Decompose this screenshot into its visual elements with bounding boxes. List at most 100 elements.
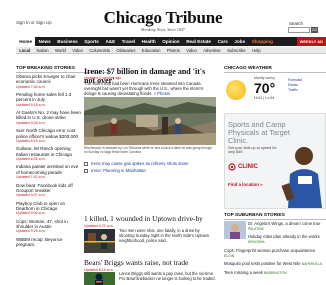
lead-photo[interactable] xyxy=(84,97,216,145)
weekly-ad-button[interactable]: WEEKLY AD xyxy=(296,37,326,46)
flood-photo-image xyxy=(84,97,216,145)
list-item[interactable]: Suit: North Chicago error cost police of… xyxy=(16,128,82,143)
weather-hi-lo: Hi 81 | Lo 64 xyxy=(254,96,275,100)
story-timestamp: Updated 7:40 a.m. xyxy=(16,84,46,89)
lead-body: The storm that had been Hurricane Irene … xyxy=(84,81,216,96)
tab-news[interactable]: News xyxy=(35,37,54,46)
lead-photos-link[interactable]: » Photos xyxy=(154,91,171,96)
story-headline[interactable]: At Gaeta's No. 2 may have been killed in… xyxy=(16,110,82,121)
list-item[interactable]: Cops: Woman, 47, shot in shoulder in Aus… xyxy=(16,219,82,234)
suburban-headline[interactable]: Mosquito pool tests positive for West Ni… xyxy=(224,261,301,266)
search-button[interactable]: GO xyxy=(311,27,318,33)
subnav-local[interactable]: Local xyxy=(16,48,33,53)
subnav-video[interactable]: Video xyxy=(69,48,86,53)
search-input[interactable] xyxy=(288,27,310,33)
tab-cars[interactable]: Cars xyxy=(214,37,231,46)
tab-travel[interactable]: Travel xyxy=(118,37,138,46)
subnav-world[interactable]: World xyxy=(52,48,69,53)
suburban-headline[interactable]: Holiday rides plan already in the works xyxy=(248,234,320,239)
story-timestamp: Updated 9:26 a.m. xyxy=(16,120,46,125)
list-item[interactable]: Indiana painter arrested on eve of homec… xyxy=(16,164,82,179)
suburban-location: KENOSHA xyxy=(248,240,265,245)
breaking-list: Obama picks Krueger to chair economic co… xyxy=(16,74,82,250)
suburban-title: TOP SUBURBAN STORIES xyxy=(224,213,326,220)
football-player-image xyxy=(84,272,115,285)
suburban-location: PALATINE xyxy=(248,227,264,231)
subnav-advertise[interactable]: Advertise xyxy=(200,48,224,53)
story-timestamp: Updated 8:16 a.m. xyxy=(16,138,46,143)
story-timestamp: Updated 9:05 a.m. xyxy=(16,211,46,216)
tab-opinion[interactable]: Opinion xyxy=(159,37,183,46)
suburban-location: BARRINGTON xyxy=(264,270,287,275)
story-headline[interactable]: Cops: Woman, 47, shot in shoulder in Aus… xyxy=(16,219,82,230)
subnav-education[interactable]: Education xyxy=(139,48,164,53)
story-headline[interactable]: WBBM recap: Beyonce pregnant, xyxy=(16,237,82,248)
suburban-headline[interactable]: Dr. Angela's Wings, a dream come true xyxy=(248,221,320,226)
tab-shopping[interactable]: Shopping xyxy=(248,37,276,46)
story-headline[interactable]: Obama picks Krueger to chair economic co… xyxy=(16,74,82,85)
target-logo: CLINIC xyxy=(228,163,268,171)
list-item[interactable]: Teen missing a week BARRINGTON xyxy=(224,270,326,276)
traffic-link[interactable]: Traffic xyxy=(288,88,326,93)
list-item[interactable]: Mosquito pool tests positive for West Ni… xyxy=(224,261,326,267)
list-item[interactable]: Cops: Fingerprint woman purchase acquain… xyxy=(224,248,326,259)
subnav-video-2[interactable]: Video xyxy=(183,48,200,53)
story3-headline[interactable]: Bears' Briggs wants raise, not trade xyxy=(84,258,218,267)
clinic-logo-text: CLINIC xyxy=(238,164,258,170)
suburban-location: NAPERVILLE xyxy=(301,262,323,267)
find-location-link[interactable]: Find a location » xyxy=(228,182,263,187)
story-headline[interactable]: Suit: North Chicago error cost police of… xyxy=(16,128,82,139)
sun-icon xyxy=(226,80,246,100)
checkbox-icon xyxy=(84,168,88,173)
story-headline[interactable]: Playboy Club to open on Dearborn in Chic… xyxy=(16,201,82,212)
tab-health[interactable]: Health xyxy=(138,37,159,46)
subnav-help[interactable]: Help xyxy=(249,48,264,53)
story2-headline[interactable]: 1 killed, 1 wounded in Uptown drive-by xyxy=(84,214,218,223)
tab-sports[interactable]: Sports xyxy=(81,37,102,46)
story2-body: Two men were shot, one fatally, in a dri… xyxy=(119,228,209,243)
list-item[interactable]: Gullane, IM Ranch opening Italian restau… xyxy=(16,146,82,161)
story-headline[interactable]: Indiana painter arrested on eve of homec… xyxy=(16,164,82,175)
list-item[interactable]: At Gaeta's No. 2 may have been killed in… xyxy=(16,110,82,125)
subnav-photos[interactable]: Photos xyxy=(164,48,183,53)
story2-thumbnail[interactable] xyxy=(84,229,115,253)
subnav-obituaries[interactable]: Obituaries xyxy=(113,48,138,53)
suburban-list: Dr. Angela's Wings, a dream come true PA… xyxy=(224,221,326,278)
list-item[interactable]: Playboy Club to open on Dearborn in Chic… xyxy=(16,201,82,216)
story-headline[interactable]: Pending home sales fell 1.3 percent in J… xyxy=(16,92,82,103)
list-item[interactable]: Obama picks Krueger to chair economic co… xyxy=(16,74,82,89)
story3-body: Lance Briggs still wants a pay raise, bu… xyxy=(119,271,216,281)
suburban-location: ELGIN xyxy=(224,253,235,258)
story3-thumbnail[interactable] xyxy=(84,272,115,285)
tab-home[interactable]: Home xyxy=(16,37,36,46)
list-item[interactable]: WBBM recap: Beyonce pregnant, xyxy=(16,237,82,248)
weather-temperature: 70° xyxy=(254,80,276,96)
story-headline[interactable]: Dow beat: Facebook kids off Groupon snea… xyxy=(16,183,82,194)
lead-body-text: The storm that had been Hurricane Irene … xyxy=(84,81,204,96)
search-label: Search xyxy=(289,21,303,26)
suburban-headline[interactable]: Cops: Fingerprint woman purchase acquain… xyxy=(224,248,315,253)
subnav-subscribe[interactable]: Subscribe xyxy=(224,48,249,53)
main-nav: Home News Business Sports A&E Travel Hea… xyxy=(16,37,326,46)
subnav-columnists[interactable]: Columnists xyxy=(86,48,113,53)
story2-timestamp: Updated 9:22 a.m. xyxy=(84,224,114,228)
related-link[interactable]: Irene: Planning in Manhattan xyxy=(84,168,216,175)
related-links: Irene may cause gas spikes as refinery s… xyxy=(84,161,216,174)
tab-ae[interactable]: A&E xyxy=(102,37,118,46)
masthead-logo[interactable]: Chicago Tribune xyxy=(0,8,326,28)
ad-child-photo xyxy=(280,140,324,208)
story-timestamp: Updated 9:25 a.m. xyxy=(16,229,46,234)
lead-caption: Rita Bevard, is assisted by Lou Richards… xyxy=(84,146,213,154)
story-headline[interactable]: Gullane, IM Ranch opening Italian restau… xyxy=(16,146,82,157)
related-link-label[interactable]: Irene: Planning in Manhattan xyxy=(91,168,146,175)
tab-real-estate[interactable]: Real Estate xyxy=(183,37,214,46)
list-item[interactable]: Holiday rides plan already in the works … xyxy=(248,234,326,245)
list-item[interactable]: Dow beat: Facebook kids off Groupon snea… xyxy=(16,183,82,198)
list-item[interactable]: Pending home sales fell 1.3 percent in J… xyxy=(16,92,82,107)
tab-jobs[interactable]: Jobs xyxy=(231,37,248,46)
tab-business[interactable]: Business xyxy=(54,37,81,46)
story-timestamp: Updated 7:42 a.m. xyxy=(16,175,46,180)
list-item[interactable]: Dr. Angela's Wings, a dream come true PA… xyxy=(248,221,326,232)
subnav-nation[interactable]: Nation xyxy=(33,48,51,53)
suburban-headline[interactable]: Teen missing a week xyxy=(224,270,263,275)
